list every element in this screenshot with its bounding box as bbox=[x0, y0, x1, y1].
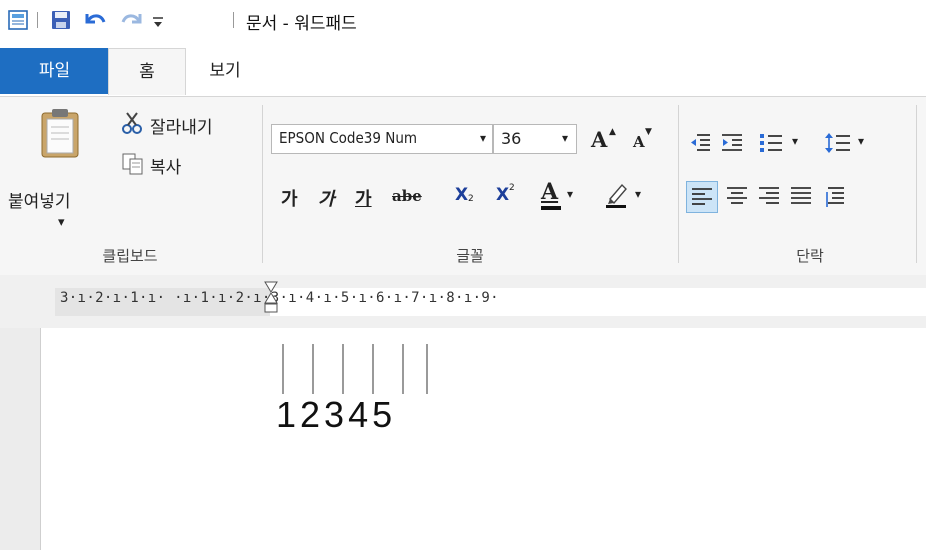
bullet-list-icon bbox=[758, 132, 784, 158]
superscript-mark: 2 bbox=[509, 183, 515, 193]
font-family-dropdown-arrow[interactable]: ▾ bbox=[480, 131, 486, 145]
bold-button[interactable]: 가 bbox=[281, 185, 298, 211]
shrink-arrow-icon: ▼ bbox=[645, 127, 652, 137]
clipboard-group-label: 클립보드 bbox=[102, 247, 158, 265]
title-bar: 문서 - 워드패드 bbox=[0, 0, 926, 46]
highlight-dropdown-arrow[interactable]: ▾ bbox=[635, 187, 641, 201]
grow-arrow-icon: ▲ bbox=[609, 127, 616, 137]
barcode-image bbox=[278, 342, 438, 400]
paragraph-group-label: 단락 bbox=[796, 247, 824, 265]
bullet-list-dropdown-arrow[interactable]: ▾ bbox=[792, 134, 798, 148]
clipboard-icon bbox=[40, 107, 80, 163]
line-spacing-dropdown-arrow[interactable]: ▾ bbox=[858, 134, 864, 148]
underline-button[interactable]: 가 bbox=[355, 185, 372, 211]
paste-button[interactable]: 붙여넣기 ▾ bbox=[8, 107, 102, 239]
align-left-button[interactable] bbox=[686, 181, 718, 213]
subscript-button[interactable]: X 2 bbox=[455, 185, 481, 211]
superscript-button[interactable]: X 2 bbox=[496, 183, 522, 211]
tab-file[interactable]: 파일 bbox=[0, 48, 109, 94]
decrease-indent-icon[interactable] bbox=[688, 132, 712, 158]
align-left-icon bbox=[691, 187, 713, 211]
qa-separator bbox=[37, 12, 38, 28]
text-color-dropdown-arrow[interactable]: ▾ bbox=[567, 187, 573, 201]
copy-icon bbox=[122, 153, 144, 179]
subscript-mark: 2 bbox=[468, 194, 474, 204]
paste-label: 붙여넣기 bbox=[8, 192, 71, 212]
ruler-scale: 3·ı·2·ı·1·ı· ·ı·1·ı·2·ı·3·ı·4·ı·5·ı·6·ı·… bbox=[60, 290, 499, 306]
customize-quick-access-icon[interactable] bbox=[151, 9, 165, 31]
undo-icon[interactable] bbox=[84, 9, 108, 31]
group-separator bbox=[916, 105, 917, 263]
copy-label: 복사 bbox=[150, 158, 182, 178]
font-group-label: 글꼴 bbox=[456, 247, 484, 265]
line-spacing-button[interactable]: ▾ bbox=[824, 132, 872, 156]
redo-icon[interactable] bbox=[119, 9, 143, 31]
window-title: 문서 - 워드패드 bbox=[246, 14, 357, 34]
text-color-button[interactable]: A ▾ bbox=[539, 179, 583, 213]
cut-button[interactable]: 잘라내기 bbox=[120, 111, 250, 139]
strikethrough-button[interactable]: abe bbox=[392, 187, 422, 205]
document-text[interactable]: 12345 bbox=[276, 394, 396, 436]
group-separator bbox=[262, 105, 263, 263]
indent-marker-icon[interactable] bbox=[264, 281, 278, 331]
increase-indent-icon[interactable] bbox=[720, 132, 744, 158]
copy-button[interactable]: 복사 bbox=[120, 151, 220, 179]
grow-font-button[interactable]: A ▲ bbox=[591, 127, 619, 153]
text-color-letter: A bbox=[541, 179, 559, 205]
shrink-font-button[interactable]: A ▼ bbox=[633, 127, 661, 154]
line-spacing-icon bbox=[824, 132, 852, 158]
align-right-icon[interactable] bbox=[758, 186, 780, 210]
save-icon[interactable] bbox=[51, 9, 71, 31]
document-area[interactable]: 12345 bbox=[0, 328, 926, 550]
highlighter-icon bbox=[604, 181, 630, 213]
shrink-font-letter: A bbox=[633, 133, 645, 151]
paste-dropdown-arrow[interactable]: ▾ bbox=[58, 215, 65, 230]
font-size-select[interactable]: 36 ▾ bbox=[493, 124, 577, 154]
font-size-dropdown-arrow[interactable]: ▾ bbox=[562, 131, 568, 145]
qa-separator bbox=[233, 12, 234, 28]
justify-icon[interactable] bbox=[790, 186, 812, 210]
cut-label: 잘라내기 bbox=[150, 118, 213, 138]
tab-home[interactable]: 홈 bbox=[108, 48, 186, 95]
grow-font-letter: A bbox=[591, 127, 608, 152]
app-icon[interactable] bbox=[8, 9, 28, 31]
scissors-icon bbox=[122, 111, 142, 139]
ribbon: 붙여넣기 ▾ 잘라내기 복사 클립보드 EPSON Code39 Num ▾ 3… bbox=[0, 96, 926, 276]
font-family-select[interactable]: EPSON Code39 Num ▾ bbox=[271, 124, 493, 154]
paragraph-settings-icon[interactable] bbox=[824, 186, 846, 212]
bullet-list-button[interactable]: ▾ bbox=[758, 132, 808, 156]
font-family-value: EPSON Code39 Num bbox=[279, 129, 418, 147]
text-color-bar bbox=[541, 206, 561, 210]
align-center-icon[interactable] bbox=[726, 186, 748, 210]
highlight-color-button[interactable]: ▾ bbox=[604, 181, 654, 213]
italic-button[interactable]: 가 bbox=[318, 185, 335, 211]
font-size-value: 36 bbox=[501, 129, 522, 148]
ruler[interactable]: 3·ı·2·ı·1·ı· ·ı·1·ı·2·ı·3·ı·4·ı·5·ı·6·ı·… bbox=[0, 275, 926, 328]
document-margin bbox=[0, 328, 41, 550]
tab-view[interactable]: 보기 bbox=[190, 48, 260, 94]
superscript-x: X bbox=[496, 185, 510, 205]
subscript-x: X bbox=[455, 185, 469, 205]
group-separator bbox=[678, 105, 679, 263]
ribbon-tab-row: 파일 홈 보기 bbox=[0, 46, 926, 96]
